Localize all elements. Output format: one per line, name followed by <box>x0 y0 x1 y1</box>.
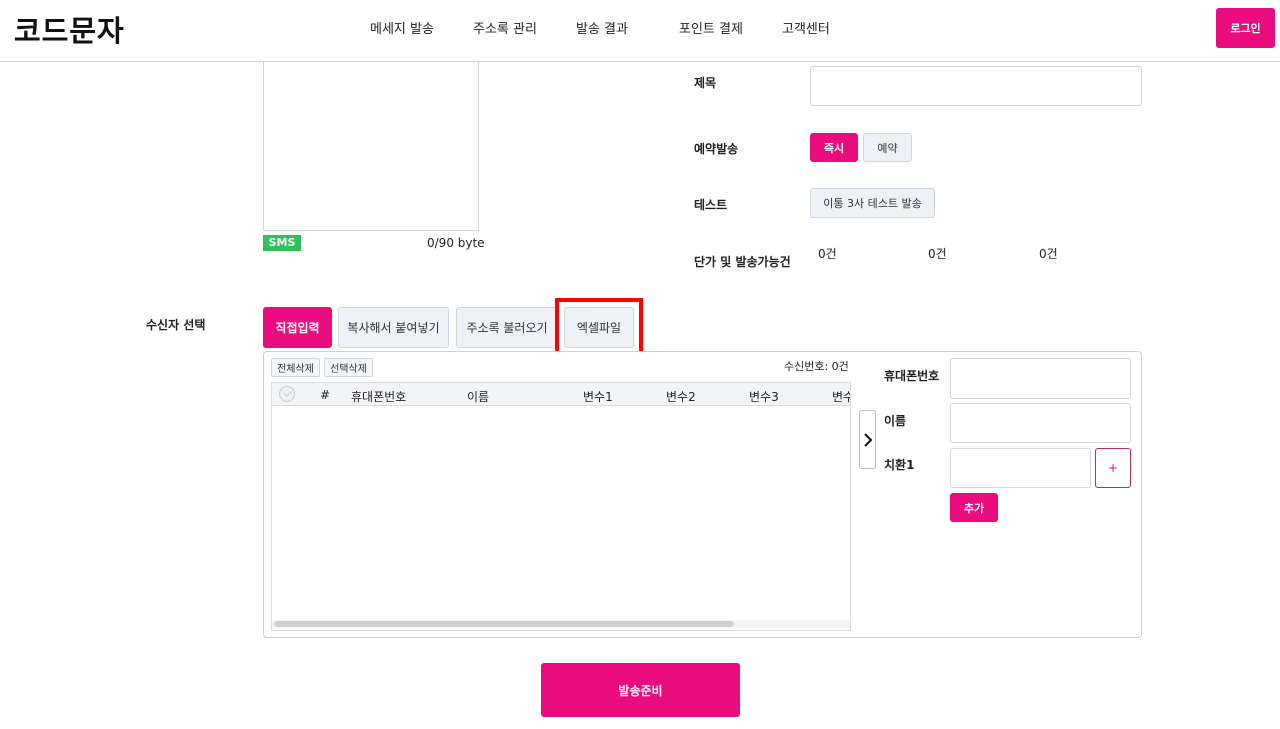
message-textarea[interactable] <box>263 62 479 231</box>
add-variable-button[interactable]: + <box>1095 448 1131 488</box>
name-input[interactable] <box>950 403 1131 443</box>
tab-copy-paste[interactable]: 복사해서 붙여넣기 <box>338 307 449 348</box>
phone-label: 휴대폰번호 <box>884 369 940 383</box>
nav-send-message[interactable]: 메세지 발송 <box>370 18 434 37</box>
phone-input[interactable] <box>950 358 1131 399</box>
message-type-badge: SMS <box>263 235 301 251</box>
recipient-section-label: 수신자 선택 <box>146 318 206 332</box>
nav-customer-center[interactable]: 고객센터 <box>782 18 830 37</box>
title-label: 제목 <box>694 76 717 90</box>
check-circle-icon[interactable] <box>279 386 295 402</box>
horizontal-scrollbar[interactable] <box>272 620 850 628</box>
column-header-var3: 변수3 <box>749 390 779 404</box>
scrollbar-thumb[interactable] <box>274 621 734 627</box>
delete-all-button[interactable]: 전체삭제 <box>271 358 320 377</box>
recipient-count: 수신번호: 0건 <box>784 360 849 373</box>
tab-direct-input[interactable]: 직접입력 <box>263 307 332 348</box>
move-to-list-button[interactable] <box>859 410 876 469</box>
schedule-reserve-button[interactable]: 예약 <box>863 133 912 162</box>
variable-label: 치환1 <box>884 458 915 472</box>
chevron-right-icon <box>864 433 873 447</box>
column-header-index: # <box>320 388 331 402</box>
nav-address-book[interactable]: 주소록 관리 <box>473 18 537 37</box>
nav-point-payment[interactable]: 포인트 결제 <box>679 18 743 37</box>
add-recipient-button[interactable]: 추가 <box>950 493 998 522</box>
title-input[interactable] <box>810 66 1142 106</box>
login-button[interactable]: 로그인 <box>1216 8 1275 48</box>
test-label: 테스트 <box>694 198 728 212</box>
column-header-var4: 변수 <box>832 390 850 404</box>
column-header-name: 이름 <box>467 390 490 404</box>
top-header: 코드문자 메세지 발송 주소록 관리 발송 결과 포인트 결제 고객센터 로그인 <box>0 0 1280 62</box>
cost-value-1: 0건 <box>818 247 837 261</box>
nav-send-results[interactable]: 발송 결과 <box>576 18 628 37</box>
name-label: 이름 <box>884 414 907 428</box>
delete-selected-button[interactable]: 선택삭제 <box>324 358 373 377</box>
column-header-var1: 변수1 <box>583 390 613 404</box>
schedule-label: 예약발송 <box>694 142 739 156</box>
column-header-var2: 변수2 <box>666 390 696 404</box>
table-header: # 휴대폰번호 이름 변수1 변수2 변수3 변수 <box>272 383 850 406</box>
cost-value-2: 0건 <box>928 247 947 261</box>
cost-label: 단가 및 발송가능건 <box>694 255 791 269</box>
prepare-send-button[interactable]: 발송준비 <box>541 663 740 717</box>
byte-counter: 0/90 byte <box>427 236 485 250</box>
cost-value-3: 0건 <box>1039 247 1058 261</box>
carrier-test-button[interactable]: 이통 3사 테스트 발송 <box>810 188 935 218</box>
site-logo[interactable]: 코드문자 <box>14 8 125 50</box>
tab-address-book[interactable]: 주소록 불러오기 <box>456 307 558 348</box>
recipient-table: # 휴대폰번호 이름 변수1 변수2 변수3 변수 <box>271 382 851 631</box>
variable-input[interactable] <box>950 448 1091 488</box>
column-header-phone: 휴대폰번호 <box>351 390 407 404</box>
schedule-now-button[interactable]: 즉시 <box>810 133 858 162</box>
excel-tab-highlight <box>555 298 643 357</box>
